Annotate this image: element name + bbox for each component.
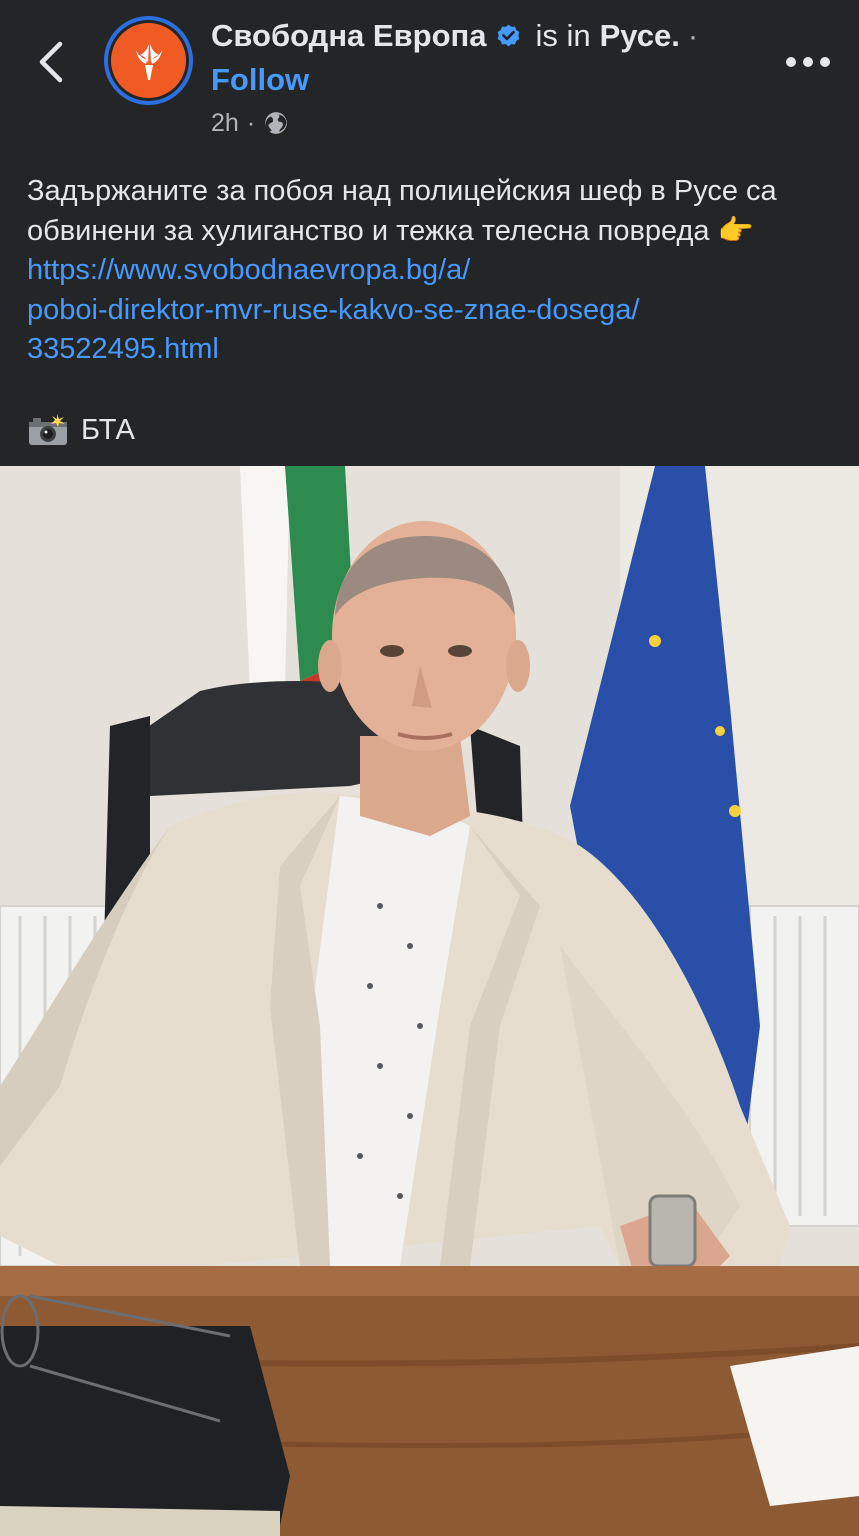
article-link[interactable]: https://www.svobodnaevropa.bg/a/poboi-di… [27,254,639,365]
more-options-button[interactable] [784,50,832,74]
verified-badge-icon [498,24,520,46]
post-message: Задържаните за побоя над полицейския шеф… [27,172,837,370]
post-header: Свободна Европа is in Русе. · Follow 2h … [0,0,859,466]
meta-separator: · [246,108,256,137]
location-link[interactable]: Русе. [600,18,680,54]
page-avatar[interactable] [104,16,193,105]
globe-icon [265,112,287,134]
torch-logo-icon [135,43,162,80]
camera-flash-icon [29,414,67,445]
photo-credit: БТА [27,410,135,450]
page-name-link[interactable]: Свободна Европа [211,18,486,54]
more-horizontal-icon [786,57,830,67]
photo-illustration [0,466,859,1536]
post-photo[interactable] [0,466,859,1536]
title-separator: · [687,18,699,53]
chevron-left-icon [39,41,63,83]
post-title-line: Свободна Европа is in Русе. · [211,14,698,58]
post-message-text: Задържаните за побоя над полицейския шеф… [27,175,777,247]
post-meta: 2h · [211,106,289,140]
follow-button[interactable]: Follow [211,62,309,98]
post-timestamp[interactable]: 2h [211,109,239,138]
pointing-hand-icon: 👉 [717,214,754,247]
avatar-logo [111,23,186,98]
is-in-text: is in [535,18,591,53]
article-link-line-2: poboi-direktor-mvr-ruse-kakvo-se-znae-do… [27,293,640,326]
back-button[interactable] [32,38,72,86]
article-link-line-1: https://www.svobodnaevropa.bg/a/ [27,254,471,286]
article-link-line-3: 33522495.html [27,333,219,365]
photo-credit-text: БТА [81,414,135,446]
post-screen: Свободна Европа is in Русе. · Follow 2h … [0,0,859,1536]
